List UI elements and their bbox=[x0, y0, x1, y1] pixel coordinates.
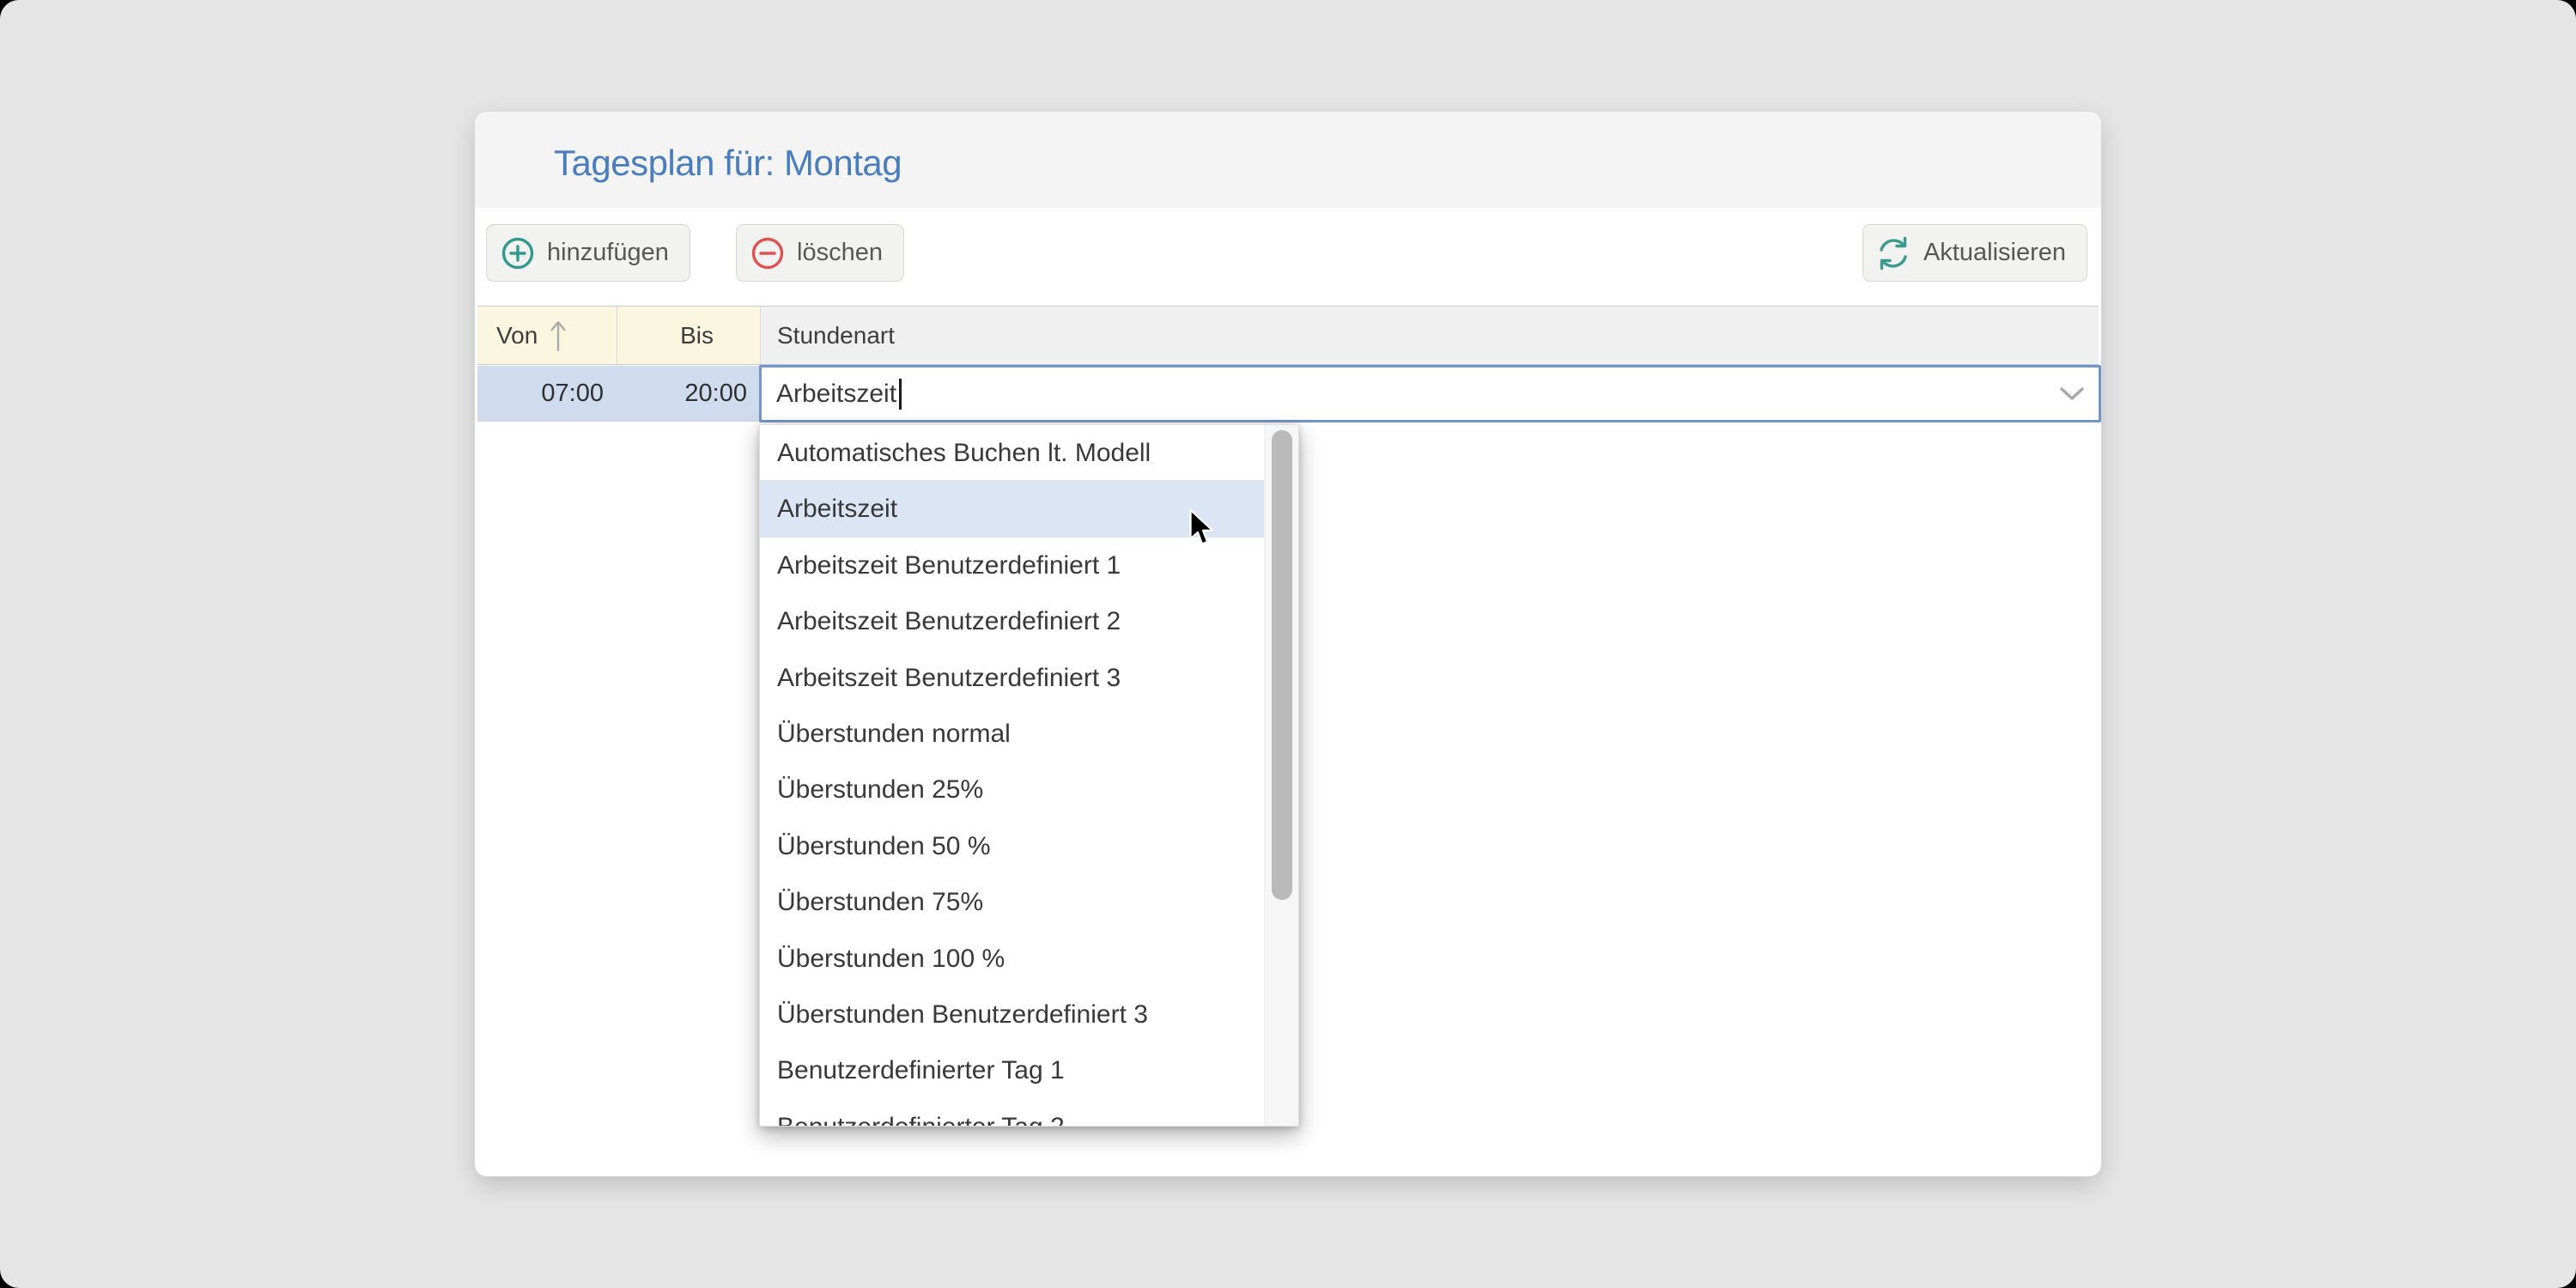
dropdown-item[interactable]: Benutzerdefinierter Tag 2 bbox=[760, 1099, 1298, 1127]
mouse-cursor bbox=[1188, 508, 1218, 548]
column-label-stundenart: Stundenart bbox=[777, 322, 895, 349]
text-caret bbox=[899, 379, 902, 410]
dropdown-item[interactable]: Überstunden 75% bbox=[760, 874, 1298, 930]
table-header: Von Bis Stundenart bbox=[477, 306, 2099, 365]
dropdown-item[interactable]: Benutzerdefinierter Tag 1 bbox=[760, 1042, 1298, 1098]
cell-von[interactable]: 07:00 bbox=[477, 366, 617, 422]
refresh-icon bbox=[1874, 234, 1912, 272]
dialog-title: Tagesplan für: Montag bbox=[554, 143, 902, 184]
stundenart-dropdown: Automatisches Buchen lt. Modell Arbeitsze… bbox=[759, 424, 1299, 1127]
dropdown-scrollbar-track[interactable] bbox=[1264, 425, 1298, 1126]
dropdown-item[interactable]: Arbeitszeit Benutzerdefiniert 2 bbox=[760, 593, 1298, 649]
minus-circle-icon bbox=[750, 235, 786, 271]
dropdown-item[interactable]: Überstunden 100 % bbox=[760, 931, 1298, 987]
delete-button-label: löschen bbox=[797, 239, 883, 267]
combobox-value: Arbeitszeit bbox=[776, 380, 896, 409]
dropdown-item[interactable]: Überstunden normal bbox=[760, 706, 1298, 762]
plus-circle-icon bbox=[500, 235, 536, 271]
column-header-von[interactable]: Von bbox=[477, 307, 617, 364]
column-header-bis[interactable]: Bis bbox=[617, 307, 761, 364]
dropdown-item[interactable]: Arbeitszeit Benutzerdefiniert 3 bbox=[760, 650, 1298, 706]
chevron-down-icon[interactable] bbox=[2059, 386, 2085, 402]
dropdown-item[interactable]: Überstunden 25% bbox=[760, 762, 1298, 817]
delete-button[interactable]: löschen bbox=[736, 224, 904, 282]
cell-bis[interactable]: 20:00 bbox=[617, 366, 761, 422]
dropdown-item[interactable]: Überstunden 50 % bbox=[760, 818, 1298, 874]
table-row[interactable]: 07:00 20:00 bbox=[477, 366, 761, 422]
stundenart-combobox[interactable]: Arbeitszeit bbox=[759, 365, 2101, 422]
add-button-label: hinzufügen bbox=[547, 239, 669, 267]
refresh-button[interactable]: Aktualisieren bbox=[1862, 224, 2087, 282]
column-label-bis: Bis bbox=[680, 322, 714, 349]
dropdown-item[interactable]: Automatisches Buchen lt. Modell bbox=[760, 425, 1298, 481]
sort-ascending-icon bbox=[546, 317, 570, 355]
dialog-header: Tagesplan für: Montag bbox=[475, 112, 2101, 208]
dropdown-item[interactable]: Überstunden Benutzerdefiniert 3 bbox=[760, 987, 1298, 1042]
column-label-von: Von bbox=[496, 322, 538, 349]
column-header-stundenart[interactable]: Stundenart bbox=[761, 307, 2099, 364]
dropdown-scrollbar-thumb[interactable] bbox=[1272, 430, 1292, 900]
refresh-button-label: Aktualisieren bbox=[1923, 239, 2066, 267]
add-button[interactable]: hinzufügen bbox=[486, 224, 690, 282]
desktop-background: Tagesplan für: Montag hinzufügen löschen bbox=[0, 0, 2576, 1288]
tagesplan-dialog: Tagesplan für: Montag hinzufügen löschen bbox=[475, 112, 2101, 1176]
